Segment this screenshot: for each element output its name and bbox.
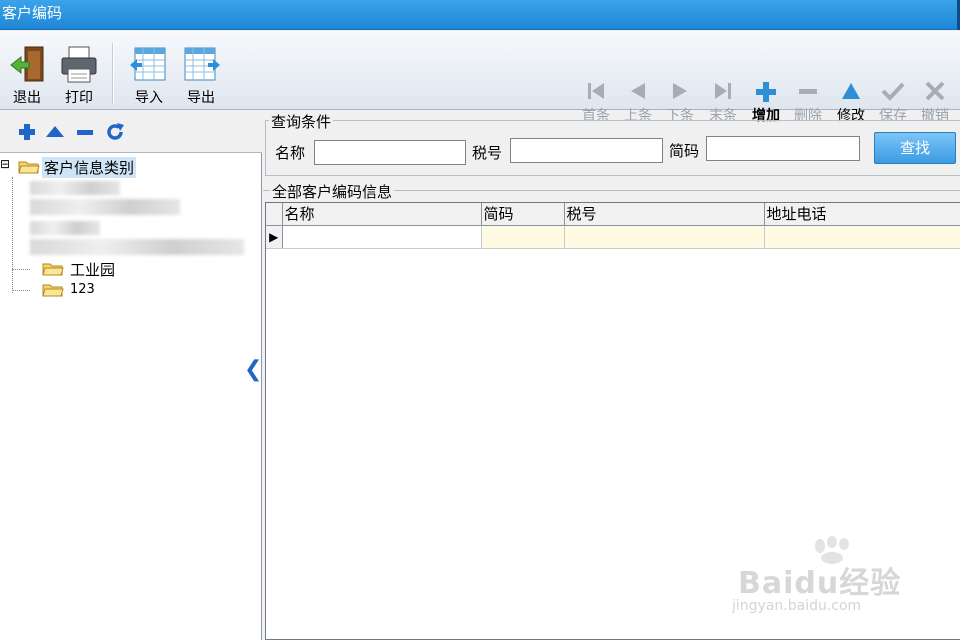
all-customers-legend: 全部客户编码信息 xyxy=(270,181,395,202)
printer-icon xyxy=(61,46,97,83)
redacted-node xyxy=(30,239,244,255)
toolbar: 退出 打印 导入 导出 首条 上条 下条 末条 增加 删除 修改 保存 撤销 xyxy=(0,31,960,124)
exit-door-icon xyxy=(10,46,44,82)
tree-line xyxy=(12,269,30,270)
refresh-icon[interactable] xyxy=(104,121,126,143)
collapse-panel-icon[interactable]: ❮ xyxy=(244,357,262,382)
cell-name[interactable] xyxy=(282,225,482,249)
folder-open-icon xyxy=(42,263,64,276)
import-button[interactable]: 导入 xyxy=(126,31,172,110)
query-conditions-legend: 查询条件 xyxy=(269,111,334,132)
window-title: 客户编码 xyxy=(2,4,63,22)
triangle-up-icon xyxy=(842,83,860,99)
folder-open-icon xyxy=(42,284,64,297)
tree-root-node[interactable]: 客户信息类别 xyxy=(42,157,137,178)
tax-number-label: 税号 xyxy=(472,144,503,162)
row-indicator: ▶ xyxy=(266,225,283,249)
print-button[interactable]: 打印 xyxy=(56,31,102,110)
cross-icon xyxy=(925,81,945,101)
cell-tax-number[interactable] xyxy=(564,225,765,249)
tree-node-123[interactable]: 123 xyxy=(70,282,95,297)
plus-icon xyxy=(756,82,776,102)
export-label: 导出 xyxy=(187,90,215,106)
short-code-label: 简码 xyxy=(669,142,700,160)
watermark-url: jingyan.baidu.com xyxy=(732,598,862,614)
import-table-icon xyxy=(130,47,166,81)
watermark: Baidu经验 jingyan.baidu.com xyxy=(732,536,952,620)
find-button[interactable]: 查找 xyxy=(874,132,956,164)
category-tree-panel: ⊟ 客户信息类别 工业园 123 ❮ xyxy=(0,111,262,640)
column-header-tax-number[interactable]: 税号 xyxy=(564,203,765,226)
exit-button[interactable]: 退出 xyxy=(4,31,50,110)
folder-open-icon xyxy=(18,161,40,174)
import-label: 导入 xyxy=(135,90,163,106)
tax-number-input[interactable] xyxy=(510,138,663,163)
next-record-icon xyxy=(673,83,687,99)
name-label: 名称 xyxy=(275,144,306,162)
title-bar: 客户编码 xyxy=(0,0,960,30)
remove-node-icon[interactable] xyxy=(74,121,96,143)
first-record-icon xyxy=(588,83,604,99)
move-up-icon[interactable] xyxy=(44,121,66,143)
table-row[interactable]: ▶ xyxy=(266,225,960,249)
export-table-icon xyxy=(184,47,220,81)
toolbar-separator xyxy=(112,43,114,105)
tree-line xyxy=(12,290,30,291)
watermark-brand: Baidu经验 xyxy=(738,566,902,601)
tree-toolbar xyxy=(0,111,262,153)
column-header-short-code[interactable]: 简码 xyxy=(481,203,565,226)
redacted-node xyxy=(30,199,180,215)
grid-header-row: 名称 简码 税号 地址电话 xyxy=(266,203,960,226)
add-node-icon[interactable] xyxy=(16,121,38,143)
tree-line xyxy=(12,177,13,293)
print-label: 打印 xyxy=(65,90,93,106)
exit-label: 退出 xyxy=(13,90,41,106)
cell-address-phone[interactable] xyxy=(764,225,960,249)
prev-record-icon xyxy=(631,83,645,99)
redacted-node xyxy=(30,181,120,195)
tree-node-industrial-park[interactable]: 工业园 xyxy=(70,259,115,280)
cell-short-code[interactable] xyxy=(481,225,565,249)
column-header-name[interactable]: 名称 xyxy=(282,203,482,226)
tree-collapse-toggle[interactable]: ⊟ xyxy=(0,157,10,171)
checkmark-icon xyxy=(881,82,905,101)
export-button[interactable]: 导出 xyxy=(178,31,224,110)
column-header-address-phone[interactable]: 地址电话 xyxy=(764,203,960,226)
name-input[interactable] xyxy=(314,140,466,165)
short-code-input[interactable] xyxy=(706,136,860,161)
grid-corner-cell xyxy=(266,203,283,226)
minus-icon xyxy=(799,89,817,94)
redacted-node xyxy=(30,221,100,235)
last-record-icon xyxy=(715,83,731,99)
